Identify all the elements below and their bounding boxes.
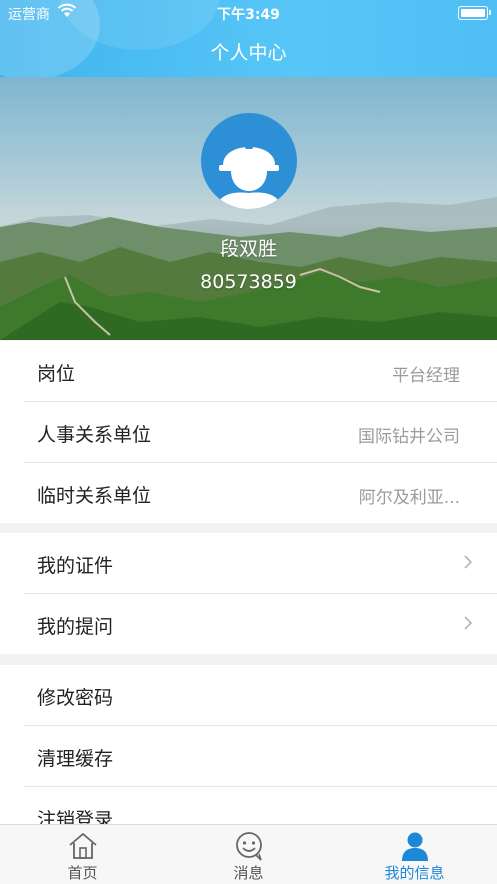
actions-group: 修改密码 清理缓存 注销登录 [0, 665, 497, 847]
tab-bar: 首页 消息 我的信息 [0, 824, 497, 884]
user-id: 80573859 [200, 271, 297, 293]
info-row-temp-unit: 临时关系单位 阿尔及利亚... [24, 463, 497, 523]
tab-label: 首页 [67, 864, 98, 882]
row-label: 临时关系单位 [37, 485, 152, 507]
row-value: 国际钻井公司 [358, 427, 460, 447]
row-value: 阿尔及利亚... [358, 488, 460, 508]
avatar[interactable] [201, 113, 297, 209]
change-password-row[interactable]: 修改密码 [24, 665, 497, 726]
profile-banner: 段双胜 80573859 [0, 77, 497, 340]
row-label: 岗位 [37, 363, 76, 385]
my-certificates-row[interactable]: 我的证件 [24, 533, 497, 594]
row-label: 清理缓存 [37, 748, 114, 770]
page-title: 个人中心 [210, 42, 287, 64]
row-label: 我的提问 [37, 616, 114, 638]
links-group: 我的证件 我的提问 [0, 533, 497, 654]
my-questions-row[interactable]: 我的提问 [24, 594, 497, 654]
battery-icon [458, 6, 491, 20]
tab-label: 我的信息 [384, 864, 445, 882]
row-label: 人事关系单位 [37, 424, 152, 446]
chevron-right-icon [464, 555, 473, 569]
row-label: 我的证件 [37, 555, 114, 577]
tab-label: 消息 [233, 864, 264, 882]
clear-cache-row[interactable]: 清理缓存 [24, 726, 497, 787]
tab-my-info[interactable]: 我的信息 [332, 825, 497, 884]
chevron-right-icon [464, 616, 473, 630]
info-row-position: 岗位 平台经理 [24, 341, 497, 402]
info-group: 岗位 平台经理 人事关系单位 国际钻井公司 临时关系单位 阿尔及利亚... [0, 341, 497, 523]
row-value: 平台经理 [392, 366, 460, 386]
info-row-hr-unit: 人事关系单位 国际钻井公司 [24, 402, 497, 463]
home-icon [68, 832, 97, 859]
user-name: 段双胜 [219, 238, 277, 260]
header-bar: 运营商 下午3:49 个人中心 [0, 0, 497, 77]
user-icon [401, 832, 428, 861]
clock: 下午3:49 [217, 7, 280, 23]
message-icon [235, 832, 262, 861]
tab-home[interactable]: 首页 [0, 825, 165, 884]
row-label: 修改密码 [37, 687, 114, 709]
worker-helmet-icon [215, 135, 283, 209]
tab-messages[interactable]: 消息 [166, 825, 331, 884]
status-bar: 运营商 下午3:49 [0, 0, 497, 26]
